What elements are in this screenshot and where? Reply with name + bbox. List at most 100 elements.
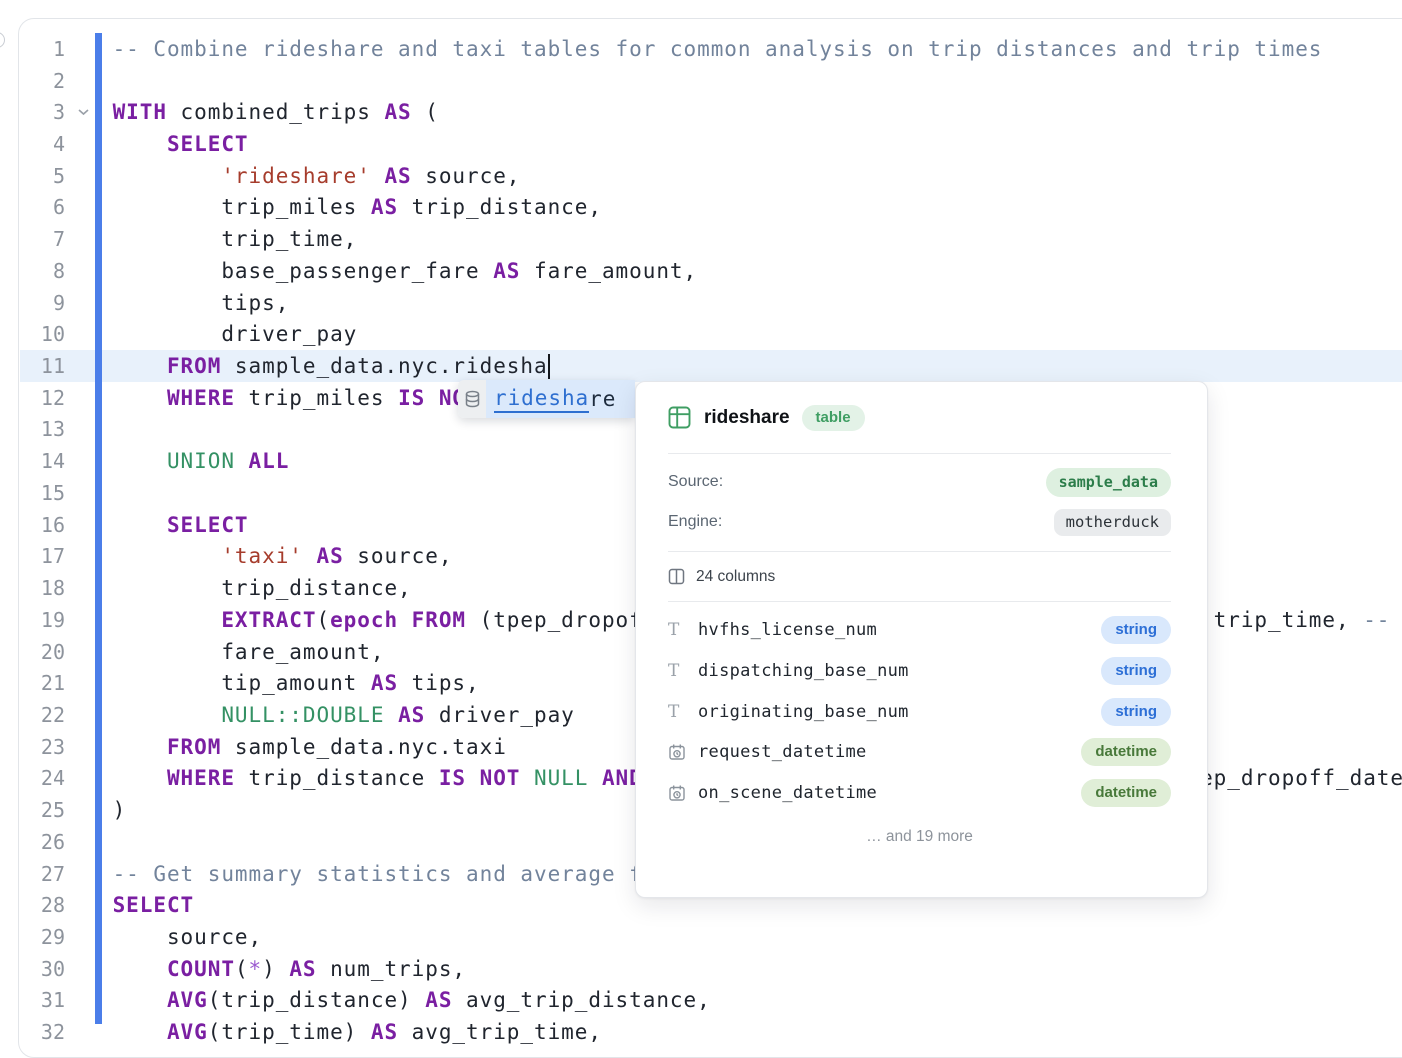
line-number: 12 xyxy=(20,386,65,410)
column-name: dispatching_base_num xyxy=(698,661,909,681)
datetime-type-icon xyxy=(668,784,698,802)
property-value-pill: sample_data xyxy=(1046,468,1171,497)
code-line[interactable]: 6 trip_miles AS trip_distance, xyxy=(20,192,1402,224)
column-type-badge: datetime xyxy=(1081,738,1171,766)
line-number: 23 xyxy=(20,735,65,759)
code-line[interactable]: 32 AVG(trip_time) AS avg_trip_time, xyxy=(20,1016,1402,1048)
column-name: hvfhs_license_num xyxy=(698,620,877,640)
code-line[interactable]: 2 xyxy=(20,65,1402,97)
fold-slot xyxy=(65,318,95,350)
code-text: source, xyxy=(113,925,263,949)
line-number: 19 xyxy=(20,608,65,632)
fold-slot xyxy=(65,604,95,636)
code-line[interactable]: 30 COUNT(*) AS num_trips, xyxy=(20,953,1402,985)
fold-slot xyxy=(65,287,95,319)
code-line[interactable]: 11 FROM sample_data.nyc.ridesha xyxy=(20,350,1402,382)
code-line[interactable]: 3 WITH combined_trips AS ( xyxy=(20,96,1402,128)
code-line[interactable]: 9 tips, xyxy=(20,287,1402,319)
code-text: trip_distance, xyxy=(113,576,412,600)
code-line[interactable]: 1 -- Combine rideshare and taxi tables f… xyxy=(20,33,1402,65)
fold-slot xyxy=(65,858,95,890)
code-text: fare_amount, xyxy=(113,640,385,664)
fold-slot xyxy=(65,763,95,795)
property-row: Source: sample_data xyxy=(668,462,1171,502)
code-line[interactable]: 8 base_passenger_fare AS fare_amount, xyxy=(20,255,1402,287)
database-icon xyxy=(458,380,486,418)
line-number: 6 xyxy=(20,195,65,219)
columns-count: 24 columns xyxy=(696,568,775,586)
column-row: on_scene_datetime datetime xyxy=(668,773,1171,814)
fold-slot xyxy=(65,731,95,763)
code-text: UNION ALL xyxy=(113,449,290,473)
code-text: trip_miles AS trip_distance, xyxy=(113,195,602,219)
line-number: 4 xyxy=(20,132,65,156)
line-number: 9 xyxy=(20,291,65,315)
code-line[interactable]: 7 trip_time, xyxy=(20,223,1402,255)
line-number: 30 xyxy=(20,957,65,981)
column-type-badge: string xyxy=(1101,698,1171,726)
gutter-indicator-bar xyxy=(95,33,102,1024)
code-line[interactable]: 31 AVG(trip_distance) AS avg_trip_distan… xyxy=(20,985,1402,1017)
table-type-badge: table xyxy=(802,405,865,431)
fold-slot xyxy=(65,223,95,255)
fold-slot xyxy=(65,826,95,858)
fold-slot xyxy=(65,128,95,160)
column-row: T dispatching_base_num string xyxy=(668,651,1171,692)
autocomplete-rest-text: re xyxy=(589,387,616,411)
fold-slot xyxy=(65,1016,95,1048)
column-name: request_datetime xyxy=(698,742,867,762)
fold-slot xyxy=(65,953,95,985)
code-text: ) xyxy=(113,798,127,822)
line-number: 31 xyxy=(20,988,65,1012)
code-text: 'taxi' AS source, xyxy=(113,544,453,568)
fold-slot xyxy=(65,477,95,509)
fold-slot xyxy=(65,414,95,446)
code-line[interactable]: 4 SELECT xyxy=(20,128,1402,160)
code-text: tips, xyxy=(113,291,290,315)
property-row: Engine: motherduck xyxy=(668,502,1171,542)
text-type-icon: T xyxy=(668,702,698,722)
line-number: 13 xyxy=(20,417,65,441)
fold-slot xyxy=(65,509,95,541)
text-cursor xyxy=(548,354,550,379)
fold-slot xyxy=(65,160,95,192)
column-type-badge: datetime xyxy=(1081,779,1171,807)
fold-slot xyxy=(65,33,95,65)
line-number: 5 xyxy=(20,164,65,188)
fold-slot xyxy=(65,382,95,414)
fold-slot xyxy=(65,636,95,668)
line-number: 8 xyxy=(20,259,65,283)
code-text: COUNT(*) AS num_trips, xyxy=(113,957,466,981)
column-row: T originating_base_num string xyxy=(668,691,1171,732)
autocomplete-item-rideshare[interactable]: rideshare xyxy=(486,380,635,418)
fold-chevron-icon[interactable] xyxy=(65,96,95,128)
line-number: 28 xyxy=(20,893,65,917)
autocomplete-match-text: ridesha xyxy=(494,386,589,413)
column-type-badge: string xyxy=(1101,616,1171,644)
fold-slot xyxy=(65,985,95,1017)
line-number: 2 xyxy=(20,69,65,93)
table-info-card: rideshare table Source: sample_data Engi… xyxy=(635,381,1208,898)
code-line[interactable]: 29 source, xyxy=(20,921,1402,953)
code-line[interactable]: 10 driver_pay xyxy=(20,318,1402,350)
line-number: 7 xyxy=(20,227,65,251)
code-text: tip_amount AS tips, xyxy=(113,671,480,695)
line-number: 11 xyxy=(20,354,65,378)
fold-slot xyxy=(65,667,95,699)
code-text: NULL::DOUBLE AS driver_pay xyxy=(113,703,575,727)
code-line[interactable]: 5 'rideshare' AS source, xyxy=(20,160,1402,192)
line-number: 27 xyxy=(20,862,65,886)
table-name: rideshare xyxy=(704,407,790,429)
code-text: SELECT xyxy=(113,893,195,917)
property-label: Engine: xyxy=(668,513,722,531)
fold-slot xyxy=(65,921,95,953)
line-number: 21 xyxy=(20,671,65,695)
code-text: base_passenger_fare AS fare_amount, xyxy=(113,259,698,283)
code-text: SELECT xyxy=(113,513,249,537)
line-number: 24 xyxy=(20,766,65,790)
column-name: on_scene_datetime xyxy=(698,783,877,803)
property-label: Source: xyxy=(668,473,723,491)
fold-slot xyxy=(65,65,95,97)
datetime-type-icon xyxy=(668,743,698,761)
fold-slot xyxy=(65,350,95,382)
